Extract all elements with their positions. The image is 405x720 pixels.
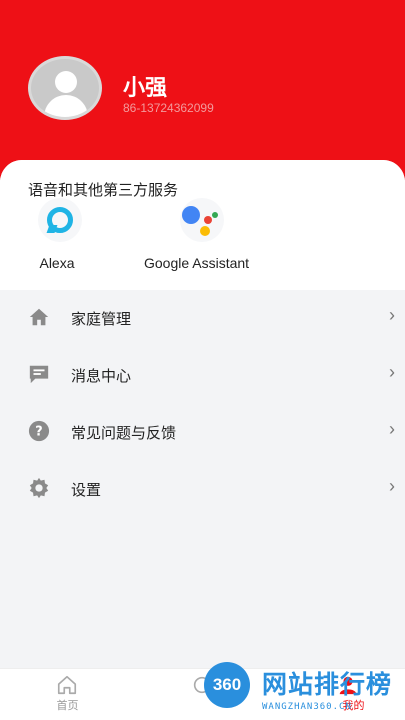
service-label: Alexa bbox=[39, 255, 75, 271]
tab-scene[interactable] bbox=[135, 669, 270, 720]
avatar-head-shape bbox=[55, 71, 77, 93]
alexa-icon bbox=[38, 198, 82, 242]
help-icon: ? bbox=[28, 420, 50, 442]
bottom-tab-bar: 首页 我的 bbox=[0, 668, 405, 720]
chevron-right-icon: › bbox=[389, 419, 395, 439]
menu-item-label: 设置 bbox=[71, 482, 102, 499]
menu-item-label: 常见问题与反馈 bbox=[71, 425, 177, 442]
services-section: 语音和其他第三方服务 Alexa Google Assistant bbox=[0, 160, 405, 290]
svg-text:?: ? bbox=[35, 425, 42, 440]
tab-profile[interactable]: 我的 bbox=[270, 669, 405, 720]
google-assistant-icon bbox=[180, 198, 224, 242]
gear-icon bbox=[29, 477, 49, 499]
tab-label: 我的 bbox=[342, 700, 365, 712]
menu-item-home-management[interactable]: 家庭管理 › bbox=[0, 290, 405, 347]
home-icon bbox=[29, 308, 49, 326]
tab-home[interactable]: 首页 bbox=[0, 669, 135, 720]
profile-header: 小强 86-13724362099 bbox=[0, 0, 405, 180]
user-name[interactable]: 小强 bbox=[123, 70, 167, 102]
service-alexa[interactable]: Alexa bbox=[38, 198, 82, 271]
service-label: Google Assistant bbox=[144, 255, 250, 271]
services-title: 语音和其他第三方服务 bbox=[28, 182, 179, 199]
menu-item-faq-feedback[interactable]: ? 常见问题与反馈 › bbox=[0, 404, 405, 461]
tab-label: 首页 bbox=[56, 700, 79, 712]
menu-item-label: 消息中心 bbox=[71, 368, 132, 385]
avatar-body-shape bbox=[44, 95, 88, 117]
user-phone: 86-13724362099 bbox=[123, 101, 214, 115]
content-card: 语音和其他第三方服务 Alexa Google Assistant 家庭管理 ›… bbox=[0, 160, 405, 670]
menu-item-settings[interactable]: 设置 › bbox=[0, 461, 405, 518]
home-outline-icon bbox=[57, 675, 77, 695]
menu-item-message-center[interactable]: 消息中心 › bbox=[0, 347, 405, 404]
menu-item-label: 家庭管理 bbox=[71, 311, 132, 328]
avatar[interactable] bbox=[28, 56, 102, 120]
service-google-assistant[interactable]: Google Assistant bbox=[144, 198, 249, 271]
message-icon bbox=[29, 365, 49, 384]
profile-icon bbox=[339, 676, 357, 695]
scene-icon bbox=[193, 676, 211, 694]
chevron-right-icon: › bbox=[389, 362, 395, 382]
chevron-right-icon: › bbox=[389, 305, 395, 325]
chevron-right-icon: › bbox=[389, 476, 395, 496]
